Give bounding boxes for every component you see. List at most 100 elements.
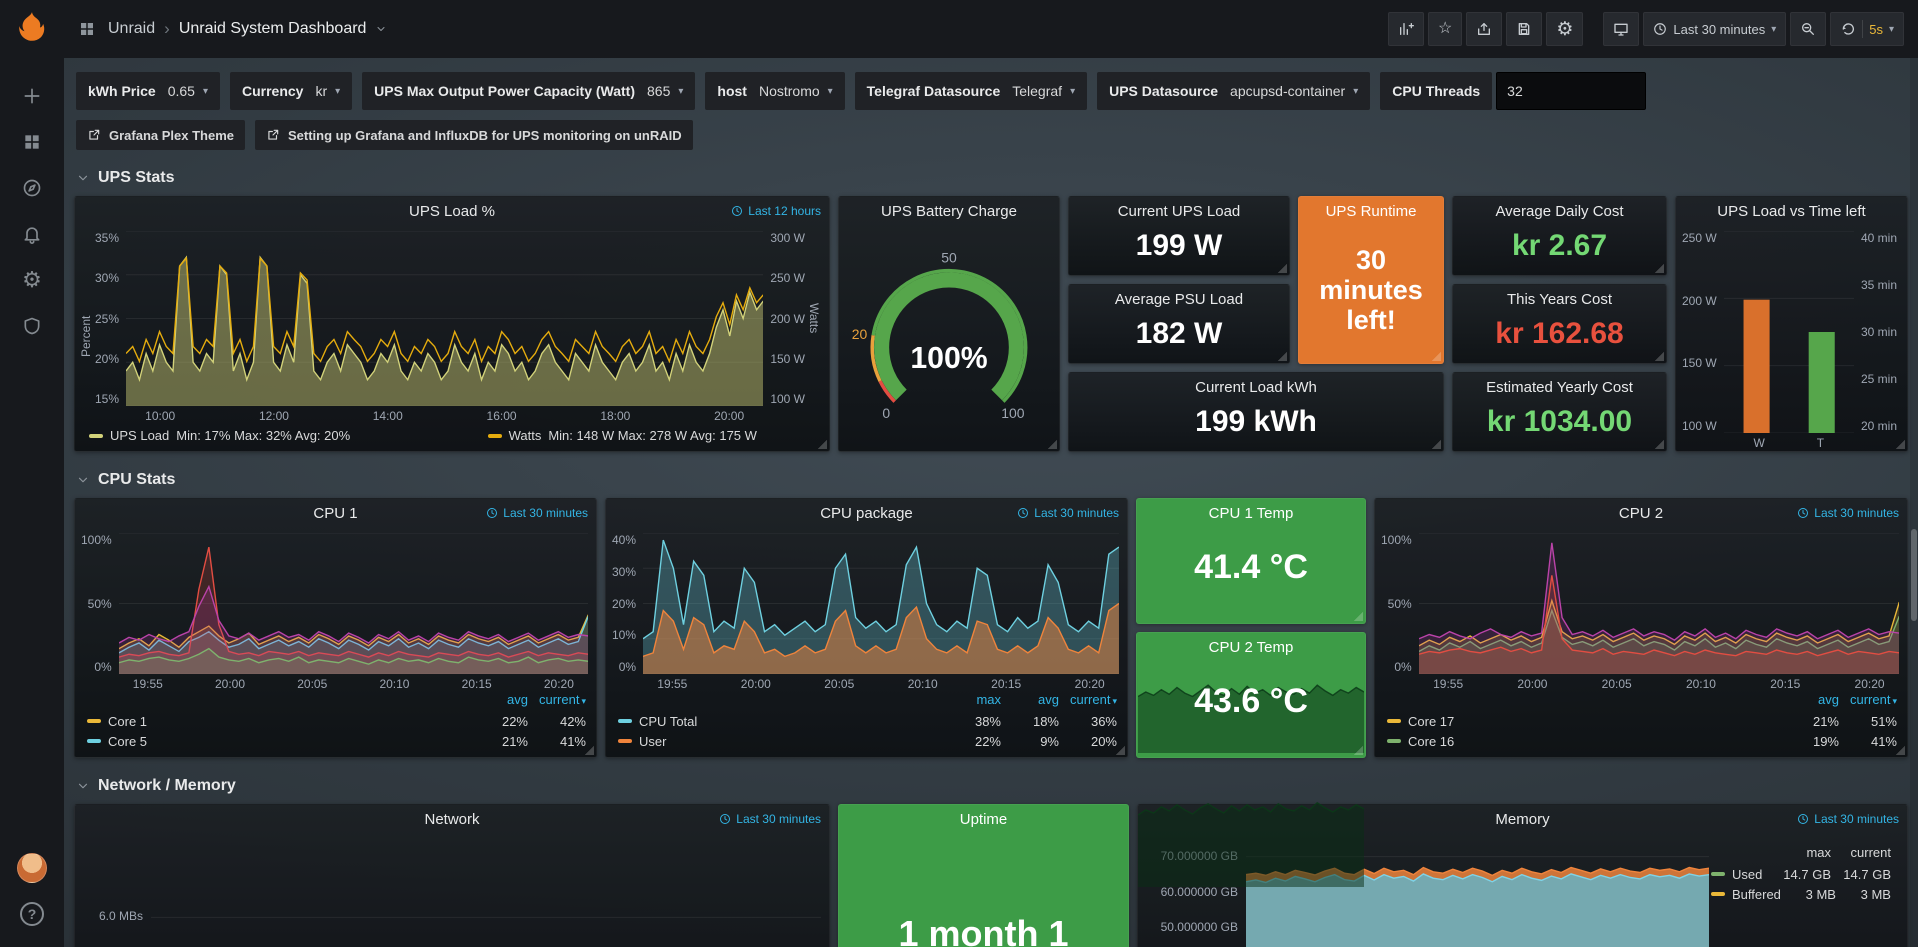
panel-header[interactable]: UPS Battery Charge	[839, 197, 1059, 225]
panel-header[interactable]: Uptime	[839, 805, 1128, 833]
legend-item-ups-load[interactable]: UPS Load Min: 17% Max: 32% Avg: 20%	[89, 428, 350, 443]
sidebar-create-button[interactable]	[0, 73, 64, 119]
legend-header-current[interactable]: current	[1831, 845, 1891, 864]
legend-series[interactable]: Buffered	[1711, 887, 1781, 902]
panel-resize-handle[interactable]	[817, 439, 827, 449]
page-scrollbar-thumb[interactable]	[1911, 529, 1917, 621]
sidebar-help-button[interactable]: ?	[0, 891, 64, 937]
panel-header[interactable]: This Years Cost	[1453, 285, 1666, 313]
variable-value: 0.65	[168, 83, 195, 99]
panel-resize-handle[interactable]	[1431, 439, 1441, 449]
link-ups-monitoring-guide[interactable]: Setting up Grafana and InfluxDB for UPS …	[255, 120, 693, 150]
ups-bar-chart[interactable]	[1724, 231, 1854, 433]
save-dashboard-button[interactable]	[1506, 12, 1542, 46]
refresh-button[interactable]: 5s ▾	[1830, 12, 1904, 46]
variable-value-dropdown[interactable]: 865▾	[639, 72, 695, 110]
panel-resize-handle[interactable]	[1431, 351, 1441, 361]
cpu-package-chart[interactable]	[643, 533, 1119, 674]
panel-header[interactable]: UPS Load vs Time left	[1676, 197, 1907, 225]
panel-header[interactable]: CPU package Last 30 minutes	[606, 499, 1127, 527]
panel-resize-handle[interactable]	[1895, 745, 1905, 755]
ups-load-chart[interactable]	[126, 231, 763, 406]
legend-series[interactable]: Core 17	[1387, 714, 1781, 729]
legend-header-avg[interactable]: avg	[470, 692, 528, 711]
sidebar-profile-button[interactable]	[0, 845, 64, 891]
panel-header[interactable]: Estimated Yearly Cost	[1453, 373, 1666, 401]
variable-telegraf-datasource: Telegraf Datasource Telegraf▾	[855, 72, 1087, 110]
time-picker-button[interactable]: Last 30 minutes ▾	[1643, 12, 1786, 46]
panel-resize-handle[interactable]	[1115, 745, 1125, 755]
row-header-cpu-stats[interactable]: CPU Stats	[76, 468, 1906, 492]
panel-header[interactable]: CPU 1 Last 30 minutes	[75, 499, 596, 527]
sidebar-admin-button[interactable]	[0, 303, 64, 349]
legend-series[interactable]: Core 16	[1387, 734, 1781, 749]
panel-resize-handle[interactable]	[1654, 351, 1664, 361]
legend-header-avg[interactable]: avg	[1001, 692, 1059, 711]
network-chart[interactable]	[151, 839, 821, 947]
row-header-ups-stats[interactable]: UPS Stats	[76, 166, 1906, 190]
panel-resize-handle[interactable]	[1353, 611, 1363, 621]
y-tick: 40%	[612, 533, 636, 547]
cpu1-chart[interactable]	[119, 533, 588, 674]
panel-resize-handle[interactable]	[1654, 263, 1664, 273]
legend-series-label: Buffered	[1732, 887, 1781, 902]
cycle-view-mode-button[interactable]	[1603, 12, 1639, 46]
legend-header-max[interactable]: max	[1771, 845, 1831, 864]
panel-resize-handle[interactable]	[1277, 263, 1287, 273]
panel-header[interactable]: Current Load kWh	[1069, 373, 1443, 401]
legend-header-avg[interactable]: avg	[1781, 692, 1839, 711]
panel-header[interactable]: Average Daily Cost	[1453, 197, 1666, 225]
panel-header[interactable]: Average PSU Load	[1069, 285, 1289, 313]
panel-header[interactable]: Network Last 30 minutes	[75, 805, 829, 833]
legend-header-current[interactable]: current▾	[1839, 692, 1897, 711]
panel-header[interactable]: CPU 1 Temp	[1137, 499, 1365, 527]
variable-value-dropdown[interactable]: Nostromo▾	[751, 72, 845, 110]
variable-value-dropdown[interactable]: apcupsd-container▾	[1222, 72, 1370, 110]
sidebar-dashboards-button[interactable]	[0, 119, 64, 165]
panel-header[interactable]: CPU 2 Last 30 minutes	[1375, 499, 1907, 527]
panel-header[interactable]: Current UPS Load	[1069, 197, 1289, 225]
sidebar-alerting-button[interactable]	[0, 211, 64, 257]
legend-header-max[interactable]: max	[943, 692, 1001, 711]
star-dashboard-button[interactable]: ☆	[1428, 12, 1462, 46]
variable-value-dropdown[interactable]: Telegraf▾	[1004, 72, 1087, 110]
panel-header[interactable]: UPS Load % Last 12 hours	[75, 197, 829, 225]
legend-series[interactable]: User	[618, 734, 943, 749]
legend-series[interactable]: Core 1	[87, 714, 470, 729]
time-badge-label: Last 30 minutes	[1814, 506, 1899, 520]
panel-resize-handle[interactable]	[1047, 439, 1057, 449]
sidebar-configuration-button[interactable]: ⚙	[0, 257, 64, 303]
panel-header[interactable]: UPS Runtime	[1299, 197, 1443, 225]
cpu2-chart[interactable]	[1419, 533, 1899, 674]
legend-series[interactable]: Core 5	[87, 734, 470, 749]
grafana-logo[interactable]	[15, 10, 49, 49]
panel-resize-handle[interactable]	[1654, 439, 1664, 449]
panel-resize-handle[interactable]	[1353, 745, 1363, 755]
variable-label: UPS Datasource	[1097, 83, 1222, 99]
dashboard-icon[interactable]	[78, 20, 96, 38]
zoom-out-time-button[interactable]	[1790, 12, 1826, 46]
breadcrumb-dashboard-title[interactable]: Unraid System Dashboard	[179, 20, 367, 38]
legend-header-current[interactable]: current▾	[1059, 692, 1117, 711]
share-dashboard-button[interactable]	[1466, 12, 1502, 46]
cpu-threads-input[interactable]	[1496, 72, 1646, 110]
save-icon	[1516, 21, 1532, 37]
breadcrumb-folder[interactable]: Unraid	[108, 20, 155, 38]
dashboard-settings-button[interactable]: ⚙	[1546, 12, 1583, 46]
legend-item-watts[interactable]: Watts Min: 148 W Max: 278 W Avg: 175 W	[488, 428, 757, 443]
variable-value-dropdown[interactable]: 0.65▾	[160, 72, 220, 110]
panel-resize-handle[interactable]	[1895, 439, 1905, 449]
legend-value-current: 36%	[1059, 714, 1117, 729]
panel-resize-handle[interactable]	[1277, 351, 1287, 361]
panel-resize-handle[interactable]	[584, 745, 594, 755]
link-grafana-plex-theme[interactable]: Grafana Plex Theme	[76, 120, 245, 150]
sidebar-explore-button[interactable]	[0, 165, 64, 211]
legend-series[interactable]: Used	[1711, 867, 1771, 882]
variable-value-dropdown[interactable]: kr▾	[307, 72, 352, 110]
chevron-down-icon[interactable]	[375, 23, 387, 35]
legend-series[interactable]: CPU Total	[618, 714, 943, 729]
legend-header-current[interactable]: current▾	[528, 692, 586, 711]
row-header-network-memory[interactable]: Network / Memory	[76, 774, 1906, 798]
page-scrollbar[interactable]	[1910, 58, 1918, 947]
add-panel-button[interactable]	[1388, 12, 1424, 46]
